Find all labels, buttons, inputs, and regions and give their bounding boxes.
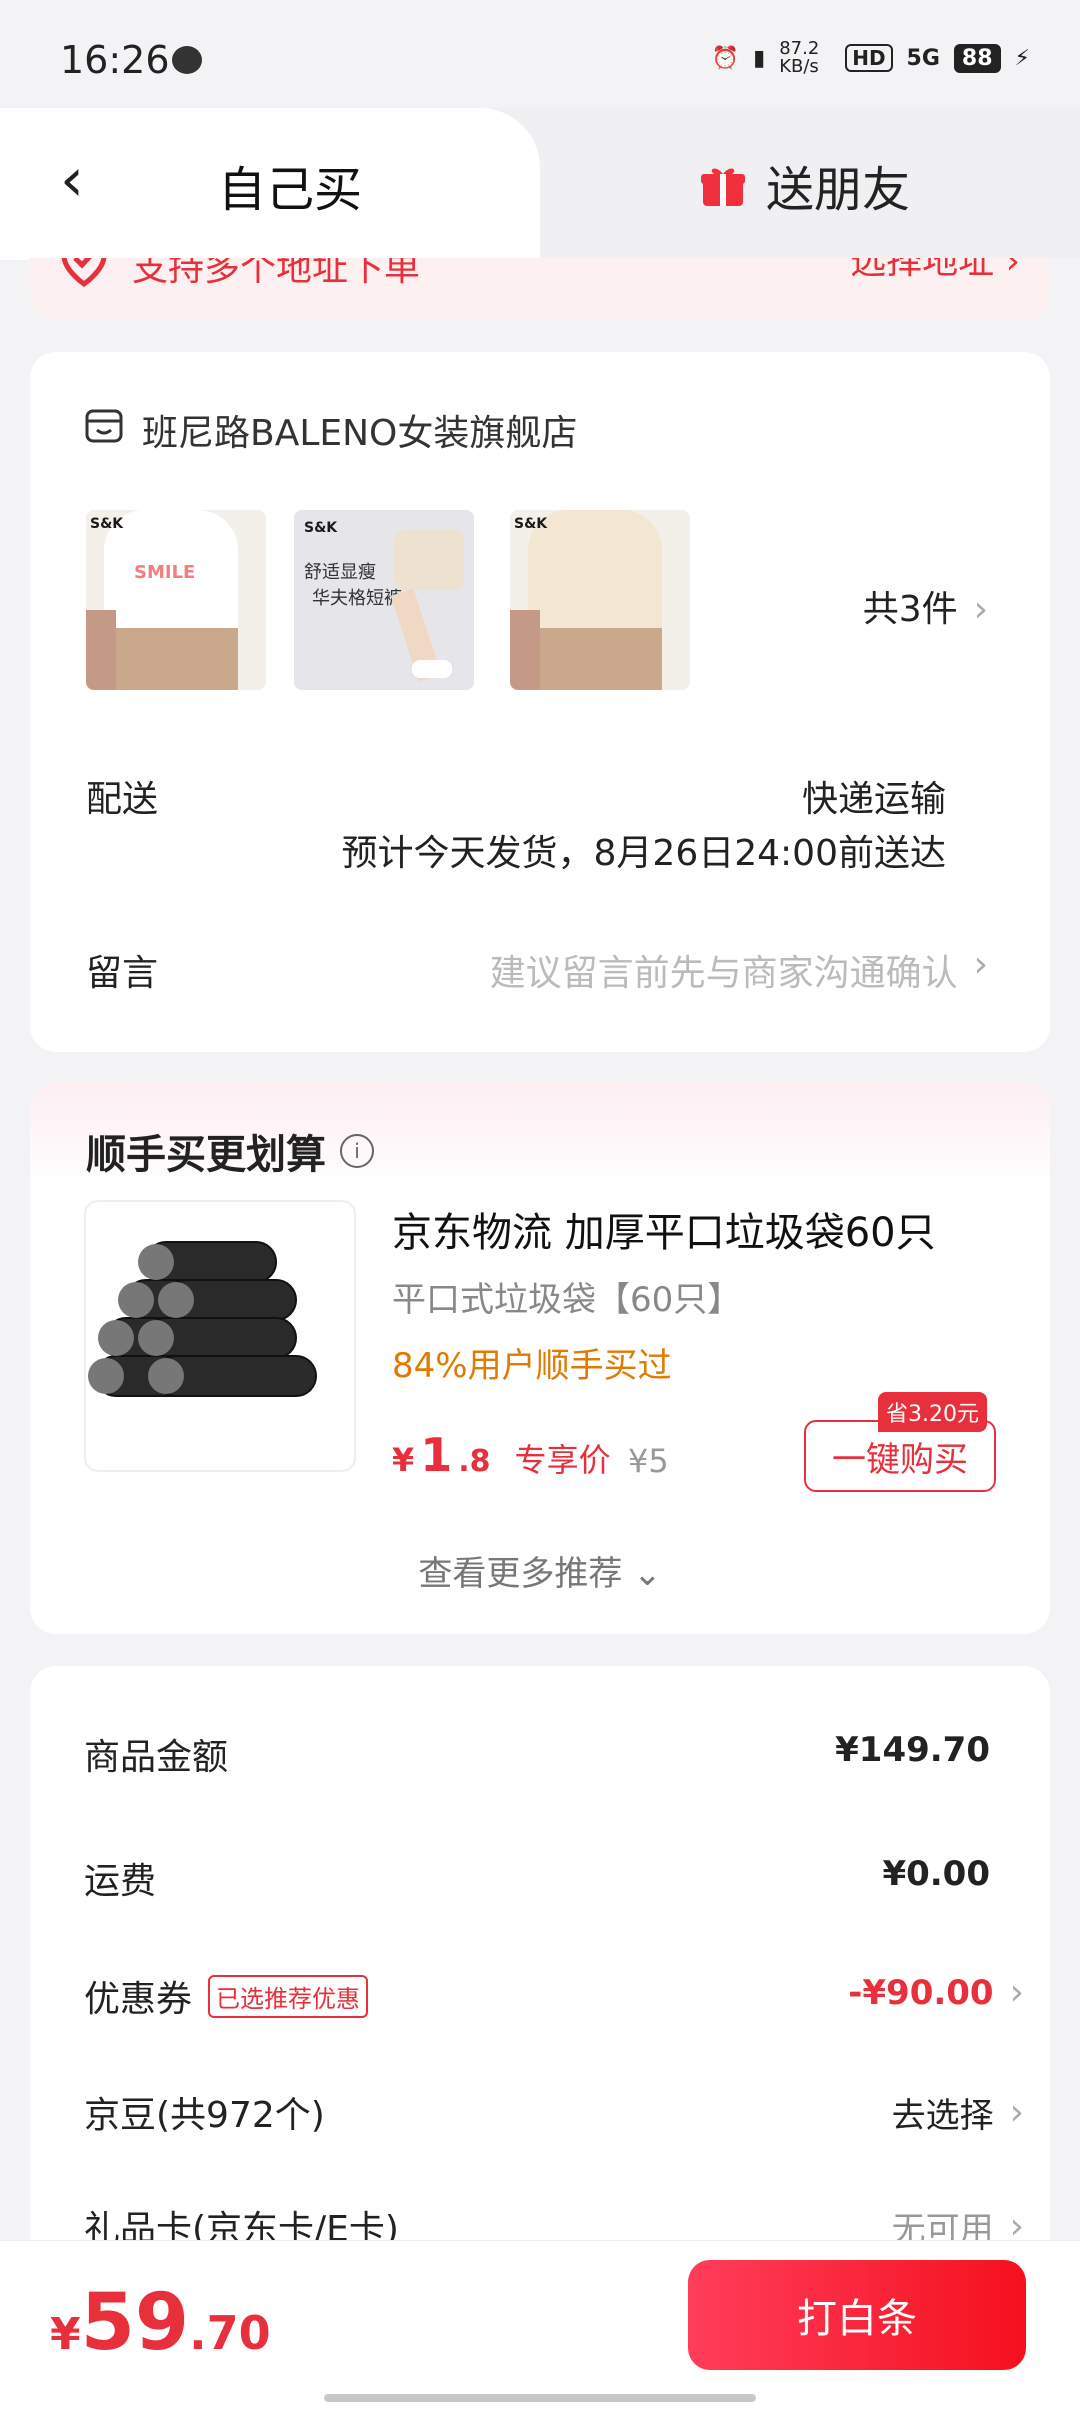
hd-badge: HD	[845, 44, 893, 72]
delivery-method: 快递运输	[801, 779, 946, 820]
chevron-right-icon: ›	[973, 944, 988, 985]
status-time: 16:26	[60, 38, 170, 82]
chevron-right-icon: ›	[1009, 1972, 1024, 2013]
store-icon	[84, 406, 124, 455]
chevron-right-icon: ›	[1009, 2092, 1024, 2133]
tab-gift-label: 送朋友	[766, 162, 911, 218]
recommend-price: ¥1.8 专享价	[392, 1428, 611, 1482]
recommend-product-image[interactable]	[84, 1200, 356, 1472]
charging-icon: ⚡	[1014, 45, 1030, 71]
recommend-product-spec: 平口式垃圾袋【60只】	[392, 1280, 742, 1320]
shipping-label: 运费	[84, 1861, 157, 1902]
recommend-product-percent: 84%用户顺手买过	[392, 1346, 672, 1386]
status-icons: ⏰ ▮ 87.2 KB/s HD 5G 88 ⚡	[712, 40, 1030, 76]
info-icon[interactable]: i	[340, 1134, 374, 1168]
recommend-orig-price: ¥5	[628, 1442, 669, 1480]
beans-label: 京豆(共972个)	[84, 2095, 325, 2136]
product-thumb[interactable]: S&K 舒适显瘦 华夫格短裤	[294, 510, 474, 690]
see-more-recommend[interactable]: 查看更多推荐 ⌄	[0, 1546, 1080, 1595]
beans-select[interactable]: 去选择 ›	[892, 2088, 1024, 2137]
message-icon	[172, 46, 202, 74]
home-indicator[interactable]	[324, 2394, 756, 2402]
total-price: ¥ 59 .70	[50, 2278, 271, 2368]
save-badge: 省3.20元	[878, 1392, 987, 1432]
net-speed: 87.2 KB/s	[779, 38, 820, 77]
pay-button[interactable]: 打白条	[688, 2260, 1026, 2370]
alarm-icon: ⏰	[711, 45, 740, 71]
gift-icon	[700, 162, 746, 208]
shipping-value: ¥0.00	[882, 1854, 990, 1894]
battery-level: 88	[953, 43, 1001, 73]
coupon-label: 优惠券 已选推荐优惠	[84, 1970, 369, 2022]
vibrate-icon: ▮	[753, 45, 766, 71]
product-thumb[interactable]: S&K	[510, 510, 690, 690]
back-icon[interactable]: ‹	[60, 150, 84, 210]
delivery-eta: 预计今天发货，8月26日24:00前送达	[341, 833, 946, 874]
shop-name[interactable]: 班尼路BALENO女装旗舰店	[84, 404, 577, 456]
recommend-title: 顺手买更划算 i	[86, 1122, 374, 1180]
recommend-product-title[interactable]: 京东物流 加厚平口垃圾袋60只	[392, 1200, 936, 1258]
signal-icon: 5G	[906, 45, 940, 71]
tab-self[interactable]: 自己买	[218, 150, 362, 220]
goods-amount-value: ¥149.70	[835, 1730, 990, 1770]
coupon-tag: 已选推荐优惠	[208, 1974, 369, 2018]
tab-gift[interactable]: 送朋友	[700, 150, 910, 220]
note-input[interactable]: 建议留言前先与商家沟通确认 ›	[490, 944, 988, 996]
goods-amount-label: 商品金额	[84, 1737, 229, 1778]
note-label: 留言	[86, 953, 159, 994]
coupon-value[interactable]: -¥90.00 ›	[848, 1972, 1024, 2013]
delivery-label: 配送	[86, 779, 159, 820]
product-thumb[interactable]: SMILE S&K	[86, 510, 266, 690]
item-count[interactable]: 共3件 ›	[863, 580, 988, 632]
chevron-right-icon: ›	[973, 589, 988, 630]
